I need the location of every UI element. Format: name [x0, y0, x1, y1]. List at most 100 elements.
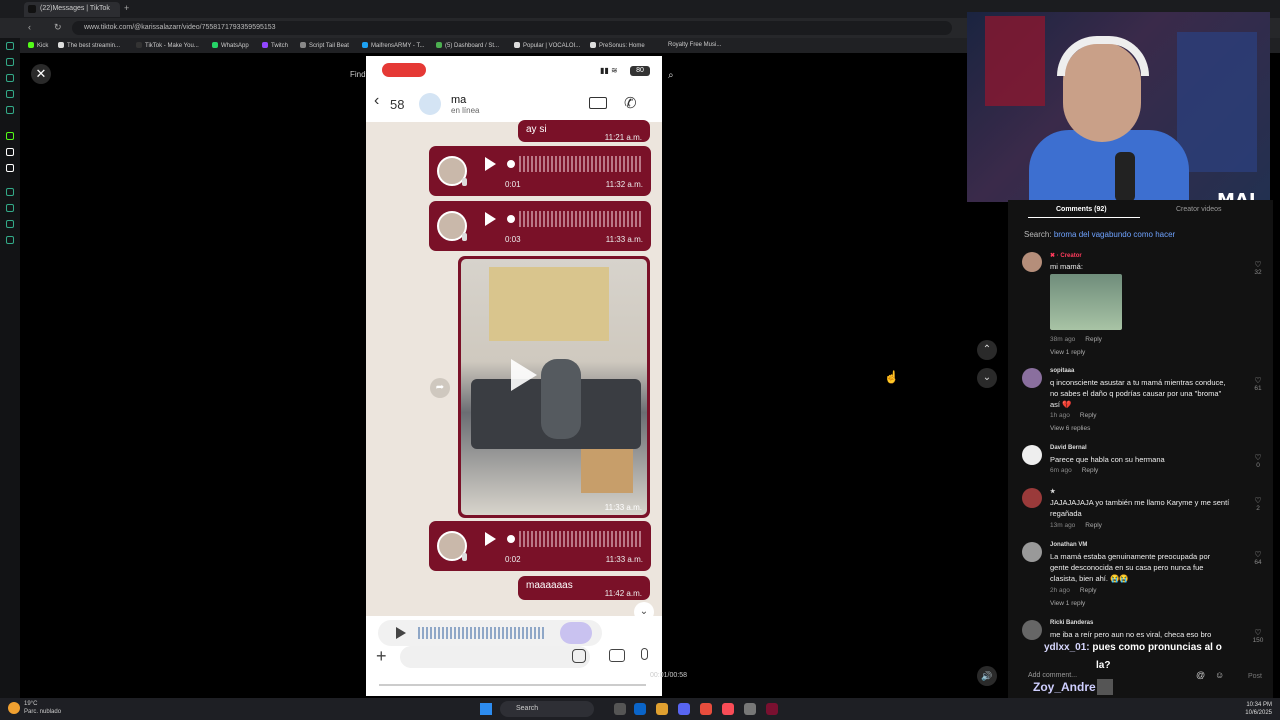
volume-icon[interactable]: 🔊 [977, 666, 997, 686]
voice-message: 0:01 11:32 a.m. [429, 146, 651, 196]
chat-text-continued: la? [1096, 660, 1111, 671]
voice-avatar [560, 622, 592, 644]
view-replies[interactable]: View 1 reply [1050, 349, 1085, 356]
view-replies[interactable]: View 1 reply [1050, 600, 1085, 607]
message-time: 11:32 a.m. [605, 180, 643, 189]
kick-icon[interactable] [6, 132, 14, 140]
reply-button[interactable]: Reply [1080, 412, 1097, 419]
emoji-icon[interactable]: ☺ [1215, 670, 1224, 680]
search-icon[interactable]: ⌕ [668, 70, 674, 81]
outlook-icon[interactable] [634, 703, 646, 715]
chrome-icon[interactable] [700, 703, 712, 715]
comment-search-suggestion[interactable]: Search: broma del vagabundo como hacer [1024, 230, 1175, 239]
sidebar-app-icon[interactable] [6, 74, 14, 82]
avatar[interactable] [1022, 445, 1042, 465]
sidebar-app-icon[interactable] [6, 42, 14, 50]
new-tab-icon[interactable]: + [124, 3, 129, 13]
comments-panel: Comments (92) Creator videos Search: bro… [1008, 200, 1273, 700]
system-clock[interactable]: 10:34 PM 10/6/2025 [1212, 701, 1272, 717]
video-progress-bar[interactable] [374, 684, 646, 686]
view-replies[interactable]: View 6 replies [1050, 425, 1090, 432]
bookmark-item[interactable]: (5) Dashboard / St... [436, 42, 499, 49]
chevron-up-icon[interactable]: ⌃ [977, 340, 997, 360]
wall-frame [489, 267, 609, 341]
like-button[interactable]: ♡ 2 [1250, 496, 1266, 512]
bookmark-item[interactable]: TikTok - Make You... [136, 42, 199, 49]
avatar[interactable] [1022, 542, 1042, 562]
like-button[interactable]: ♡ 64 [1250, 550, 1266, 566]
like-button[interactable]: ♡ 0 [1250, 453, 1266, 469]
bookmark-item[interactable]: Kick [28, 42, 48, 49]
avatar[interactable] [1022, 368, 1042, 388]
like-button[interactable]: ♡ 61 [1250, 376, 1266, 392]
reply-button[interactable]: Reply [1085, 336, 1102, 343]
comment-meta: 38m ago Reply [1050, 336, 1102, 343]
like-button[interactable]: ♡ 150 [1250, 628, 1266, 644]
browser-tab[interactable]: (22)Messages | TikTok [24, 2, 120, 17]
comment-user[interactable]: ✖ · Creator [1050, 252, 1082, 259]
discord-icon[interactable] [678, 703, 690, 715]
sidebar-app-icon[interactable] [6, 90, 14, 98]
add-comment-input[interactable]: Add comment... [1028, 672, 1077, 679]
tiktok-icon [136, 42, 142, 48]
video-frame[interactable]: ▮▮ ≋ 80 ‹ 58 ma en línea ✆ ay si 11:21 a… [366, 56, 662, 696]
sidebar-app-icon[interactable] [6, 106, 14, 114]
x-icon[interactable] [6, 164, 14, 172]
play-icon [485, 212, 496, 226]
video-time: 00:01/00:58 [650, 672, 687, 679]
mention-icon[interactable]: @ [1196, 670, 1205, 680]
message-time: 11:21 a.m. [604, 133, 642, 142]
settings-icon[interactable] [744, 703, 756, 715]
close-icon[interactable]: ✕ [31, 64, 51, 84]
avatar[interactable] [1022, 488, 1042, 508]
bookmark-item[interactable]: Popular | VOCALOI... [514, 42, 580, 49]
avatar[interactable] [1022, 620, 1042, 640]
bookmark-item[interactable]: Royalty Free Musi... [668, 42, 721, 48]
play-icon [485, 532, 496, 546]
reply-button[interactable]: Reply [1080, 587, 1097, 594]
back-icon[interactable]: ‹ [28, 22, 31, 32]
chat-text: pues como pronuncias al o [1092, 642, 1222, 653]
waveform [519, 211, 641, 227]
taskbar-search[interactable]: Search [500, 701, 594, 717]
bookmark-item[interactable]: The best streamin... [58, 42, 120, 49]
whatsapp-icon [212, 42, 218, 48]
reload-icon[interactable]: ↻ [54, 22, 62, 33]
obs-icon[interactable] [766, 703, 778, 715]
url-field[interactable]: www.tiktok.com/@karissalazarr/video/7558… [72, 21, 952, 35]
sidebar-app-icon[interactable] [6, 58, 14, 66]
avatar[interactable] [1022, 252, 1042, 272]
post-button[interactable]: Post [1248, 673, 1262, 680]
bookmark-item[interactable]: PreSonus: Home [590, 42, 645, 49]
weather-widget[interactable]: 19°C Parc. nublado [24, 700, 61, 716]
like-button[interactable]: ♡ 32 [1250, 260, 1266, 276]
weather-icon[interactable] [8, 702, 20, 714]
folder-icon[interactable] [656, 703, 668, 715]
comment-user[interactable]: sopitaaa [1050, 368, 1074, 374]
comment-meta: 6m ago Reply [1050, 467, 1098, 474]
settings-icon[interactable] [6, 236, 14, 244]
task-view-icon[interactable] [614, 703, 626, 715]
like-count: 0 [1256, 462, 1260, 469]
bookmark-label: Script Tail Beat [309, 43, 349, 49]
bookmark-item[interactable]: Script Tail Beat [300, 42, 349, 49]
music-icon[interactable] [722, 703, 734, 715]
comment-user[interactable]: ★ [1050, 488, 1055, 495]
sidebar-app-icon[interactable] [6, 204, 14, 212]
bookmark-item[interactable]: WhatsApp [212, 42, 249, 49]
unread-count: 58 [390, 97, 405, 112]
chevron-down-icon[interactable]: ⌄ [977, 368, 997, 388]
bookmark-item[interactable]: Twitch [262, 42, 288, 49]
tiktok-icon[interactable] [6, 148, 14, 156]
sidebar-app-icon[interactable] [6, 188, 14, 196]
comment-user[interactable]: Ricki Banderas [1050, 620, 1093, 626]
tab-comments[interactable]: Comments (92) [1056, 206, 1107, 213]
sidebar-app-icon[interactable] [6, 220, 14, 228]
comment-user[interactable]: David Bernal [1050, 445, 1087, 451]
reply-button[interactable]: Reply [1082, 467, 1099, 474]
tab-creator-videos[interactable]: Creator videos [1176, 206, 1222, 213]
windows-start-icon[interactable] [480, 703, 492, 715]
bookmark-item[interactable]: MaifrensARMY - T... [362, 42, 424, 49]
comment-user[interactable]: Jonathan VM [1050, 542, 1087, 548]
reply-button[interactable]: Reply [1085, 522, 1102, 529]
